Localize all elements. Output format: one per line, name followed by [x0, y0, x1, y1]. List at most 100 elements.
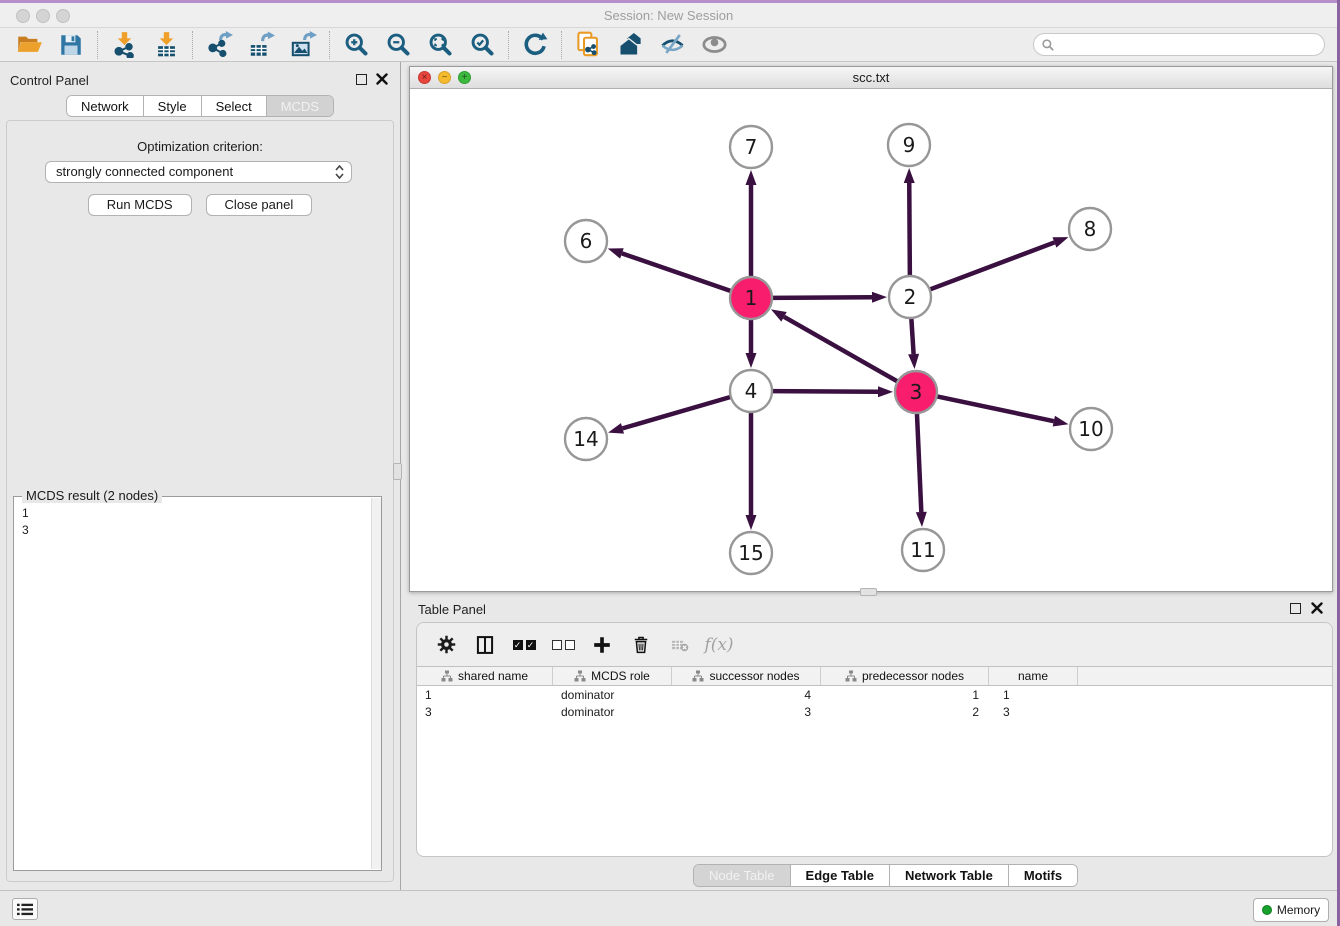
- memory-label: Memory: [1277, 903, 1320, 917]
- clone-network-button[interactable]: [567, 30, 609, 60]
- export-table-button[interactable]: [240, 30, 282, 60]
- refresh-icon: [522, 31, 549, 58]
- zoom-in-icon: [343, 31, 370, 58]
- search-icon: [1041, 38, 1055, 52]
- show-all-button[interactable]: [693, 30, 735, 60]
- graph-arrowhead: [1053, 416, 1069, 427]
- close-panel-icon[interactable]: [376, 73, 388, 85]
- export-image-button[interactable]: [282, 30, 324, 60]
- zoom-fit-button[interactable]: [419, 30, 461, 60]
- tab-select[interactable]: Select: [202, 96, 267, 116]
- memory-button[interactable]: Memory: [1253, 898, 1329, 922]
- tab-edge-table[interactable]: Edge Table: [791, 865, 890, 886]
- graph-edge-1-6[interactable]: [622, 253, 731, 291]
- save-icon: [58, 32, 84, 58]
- graph-edge-3-10[interactable]: [937, 396, 1054, 421]
- panel-splitter-grip[interactable]: [393, 463, 402, 480]
- table-row[interactable]: 3 dominator 3 2 3: [417, 703, 1332, 720]
- cell-filler: [1078, 703, 1332, 720]
- delete-table-button[interactable]: [665, 630, 695, 660]
- cell-name[interactable]: 3: [989, 703, 1078, 720]
- result-line: 1: [22, 505, 362, 522]
- graph-arrowhead: [608, 423, 624, 434]
- delete-column-button[interactable]: [626, 630, 656, 660]
- tab-mcds[interactable]: MCDS: [267, 96, 333, 116]
- column-header-shared-name[interactable]: shared name: [417, 667, 553, 685]
- add-column-button[interactable]: [587, 630, 617, 660]
- graph-edge-2-9[interactable]: [909, 183, 910, 276]
- graph-edge-2-3[interactable]: [911, 318, 913, 354]
- network-splitter-grip[interactable]: [860, 588, 877, 596]
- cell-mcds-role[interactable]: dominator: [553, 703, 672, 720]
- task-history-button[interactable]: [12, 898, 38, 920]
- column-header-successor-nodes[interactable]: successor nodes: [672, 667, 821, 685]
- import-network-button[interactable]: [103, 30, 145, 60]
- column-header-predecessor-nodes[interactable]: predecessor nodes: [821, 667, 989, 685]
- hierarchy-icon: [441, 670, 453, 682]
- graph-edge-2-8[interactable]: [930, 242, 1055, 289]
- zoom-selected-button[interactable]: [461, 30, 503, 60]
- graph-edge-4-14[interactable]: [622, 397, 730, 429]
- table-settings-button[interactable]: [431, 630, 461, 660]
- hide-selected-button[interactable]: [651, 30, 693, 60]
- deselect-all-icon: [552, 640, 575, 650]
- deselect-all-button[interactable]: [548, 630, 578, 660]
- result-scrollbar[interactable]: [371, 498, 381, 869]
- table-row[interactable]: 1 dominator 4 1 1: [417, 686, 1332, 703]
- tab-network-table[interactable]: Network Table: [890, 865, 1009, 886]
- table-float-icon[interactable]: [1290, 603, 1301, 614]
- table-close-icon[interactable]: [1311, 602, 1323, 614]
- home-button[interactable]: [609, 30, 651, 60]
- graph-node-label: 3: [910, 380, 923, 404]
- cell-mcds-role[interactable]: dominator: [553, 686, 672, 703]
- tab-style[interactable]: Style: [144, 96, 202, 116]
- graph-node-label: 14: [573, 427, 598, 451]
- graph-edge-3-1[interactable]: [784, 317, 898, 382]
- network-window-titlebar[interactable]: × − + scc.txt: [410, 67, 1332, 89]
- cell-shared-name[interactable]: 3: [417, 703, 553, 720]
- network-canvas[interactable]: 7968124314101511: [410, 89, 1332, 591]
- run-mcds-button[interactable]: Run MCDS: [88, 194, 192, 216]
- save-session-button[interactable]: [50, 30, 92, 60]
- export-image-icon: [290, 31, 317, 58]
- apply-function-button[interactable]: f(x): [704, 630, 734, 660]
- close-panel-button[interactable]: Close panel: [206, 194, 313, 216]
- cell-successor-nodes[interactable]: 3: [672, 703, 821, 720]
- cell-predecessor-nodes[interactable]: 1: [821, 686, 989, 703]
- control-panel-title: Control Panel: [10, 73, 89, 88]
- home-icon: [617, 31, 644, 58]
- node-table-container: ✓✓: [416, 622, 1333, 857]
- column-header-name[interactable]: name: [989, 667, 1078, 685]
- select-all-button[interactable]: ✓✓: [509, 630, 539, 660]
- graph-edge-3-11[interactable]: [917, 413, 921, 512]
- float-panel-icon[interactable]: [356, 74, 367, 85]
- import-table-button[interactable]: [145, 30, 187, 60]
- criterion-dropdown[interactable]: strongly connected component: [45, 161, 352, 183]
- add-icon: [591, 634, 613, 656]
- apply-layout-button[interactable]: [514, 30, 556, 60]
- graph-edge-1-2[interactable]: [772, 297, 872, 298]
- search-field[interactable]: [1033, 33, 1325, 56]
- column-header-mcds-role[interactable]: MCDS role: [553, 667, 672, 685]
- graph-arrowhead: [872, 292, 887, 303]
- zoom-out-button[interactable]: [377, 30, 419, 60]
- cell-shared-name[interactable]: 1: [417, 686, 553, 703]
- tab-node-table[interactable]: Node Table: [694, 865, 791, 886]
- zoom-in-button[interactable]: [335, 30, 377, 60]
- export-table-icon: [248, 31, 275, 58]
- network-graph[interactable]: 7968124314101511: [410, 89, 1332, 591]
- mcds-result-text[interactable]: 1 3: [14, 500, 370, 870]
- hierarchy-icon: [574, 670, 586, 682]
- cell-successor-nodes[interactable]: 4: [672, 686, 821, 703]
- cell-predecessor-nodes[interactable]: 2: [821, 703, 989, 720]
- tab-network[interactable]: Network: [67, 96, 144, 116]
- graph-edge-4-3[interactable]: [772, 391, 878, 392]
- open-session-button[interactable]: [8, 30, 50, 60]
- tab-motifs[interactable]: Motifs: [1009, 865, 1077, 886]
- graph-node-label: 11: [910, 538, 935, 562]
- show-columns-button[interactable]: [470, 630, 500, 660]
- export-network-button[interactable]: [198, 30, 240, 60]
- search-input[interactable]: [1055, 38, 1324, 52]
- mcds-panel: Optimization criterion: strongly connect…: [6, 120, 394, 882]
- cell-name[interactable]: 1: [989, 686, 1078, 703]
